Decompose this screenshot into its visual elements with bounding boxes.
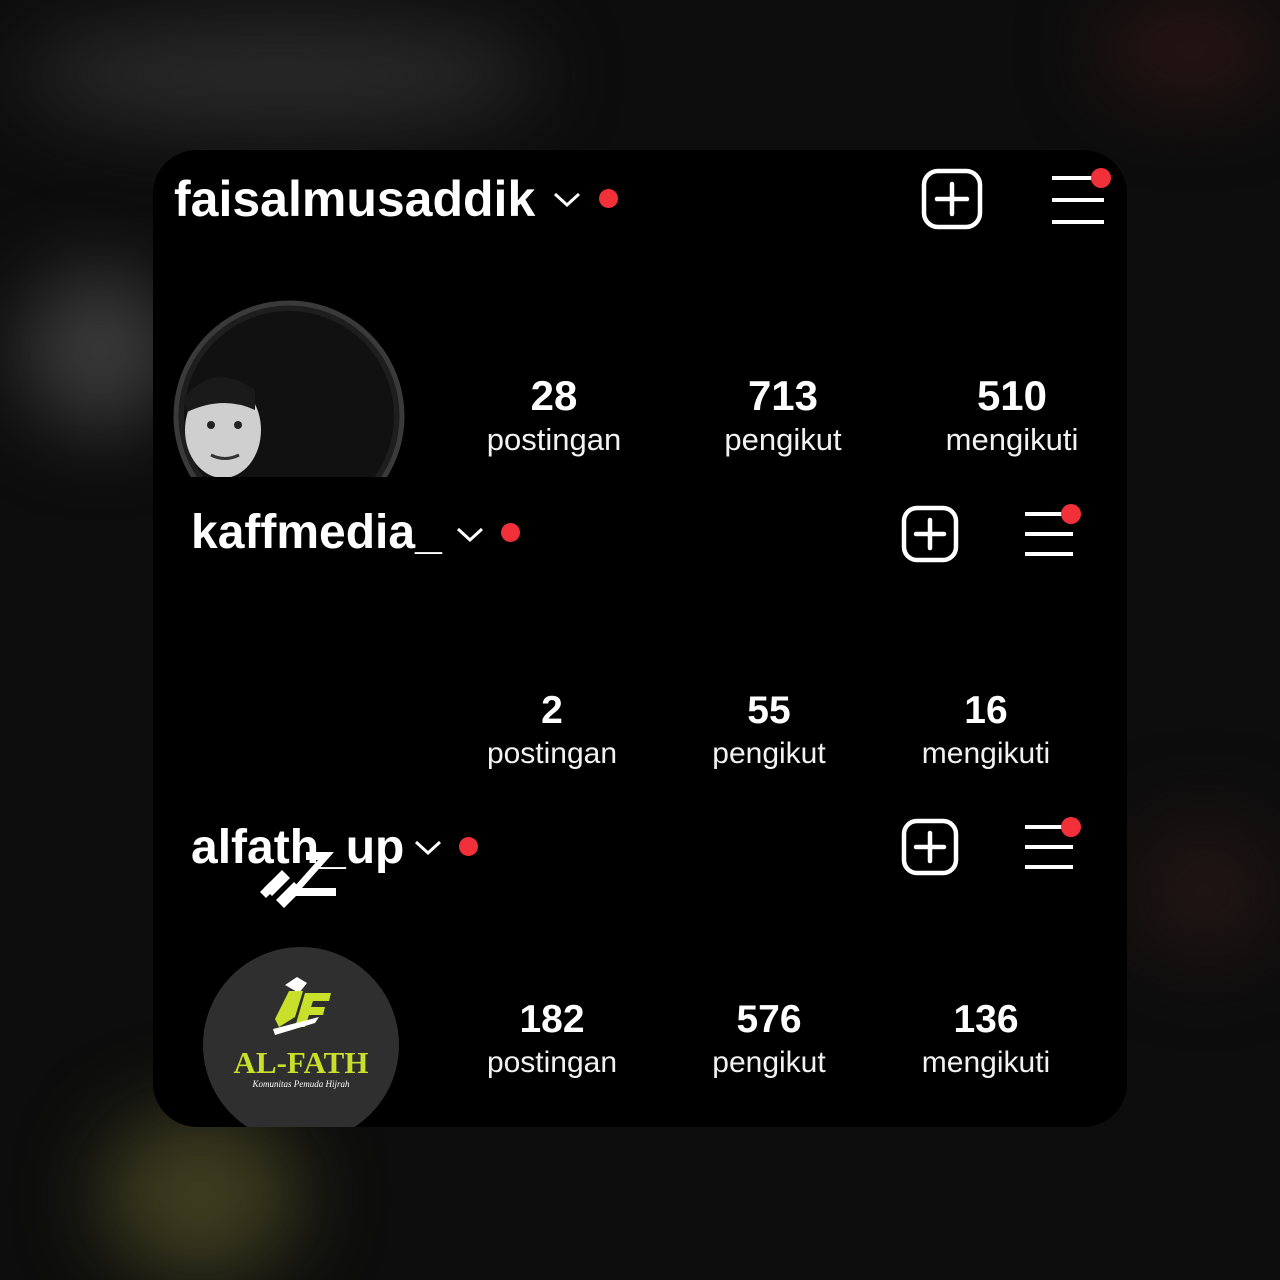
stat-label: pengikut [712,737,826,770]
stat-label: postingan [486,1046,618,1079]
chevron-down-icon[interactable] [455,525,485,545]
stat-posts[interactable]: 182 postingan [462,998,642,1080]
stat-value: 713 [747,372,819,419]
notification-dot [1091,168,1111,188]
stat-following[interactable]: 16 mengikuti [896,689,1076,771]
add-post-icon[interactable] [901,818,959,876]
stat-value: 2 [541,689,563,732]
username[interactable]: kaffmedia_ [191,505,442,560]
logo-text: AL-FATH [233,1045,369,1080]
background-blur [1130,820,1280,960]
notification-dot [1061,504,1081,524]
username[interactable]: faisalmusaddik [174,170,535,228]
notification-dot [599,189,618,208]
background-blur [20,20,540,130]
stat-label: pengikut [724,422,842,457]
stat-following[interactable]: 136 mengikuti [896,998,1076,1080]
stat-value: 28 [530,372,578,419]
stat-followers[interactable]: 713 pengikut [693,372,873,458]
profile-faisalmusaddik: faisalmusaddik 28 postingan 713 pengikut… [153,150,1127,477]
stat-value: 510 [976,372,1048,419]
stat-value: 576 [736,998,802,1041]
add-post-icon[interactable] [921,168,983,230]
notification-dot [501,523,520,542]
profile-kaffmedia: kaffmedia_ 2 postingan 55 pengikut 16 me… [153,477,1127,908]
stat-posts[interactable]: 28 postingan [464,372,644,458]
stat-followers[interactable]: 55 pengikut [679,689,859,771]
avatar[interactable] [173,300,405,477]
background-blur [100,1110,300,1280]
person-photo-avatar [173,300,405,477]
notification-dot [459,837,478,856]
stat-followers[interactable]: 576 pengikut [679,998,859,1080]
avatar[interactable]: AL-FATH Komunitas Pemuda Hijrah [203,947,399,1127]
stat-posts[interactable]: 2 postingan [462,689,642,771]
stat-label: mengikuti [921,737,1051,770]
profiles-card: faisalmusaddik 28 postingan 713 pengikut… [153,150,1127,1127]
stat-label: postingan [486,422,622,457]
stat-label: postingan [486,737,618,770]
add-post-icon[interactable] [901,505,959,563]
chevron-down-icon[interactable] [552,190,582,210]
profile-alfath-up: alfath_up AL-FATH Komunitas Pemuda Hijra… [153,790,1127,1127]
stat-value: 55 [747,689,791,732]
chevron-down-icon[interactable] [413,838,443,858]
stat-value: 182 [519,998,585,1041]
stat-following[interactable]: 510 mengikuti [922,372,1102,458]
stat-value: 136 [953,998,1019,1041]
stat-value: 16 [964,689,1008,732]
username[interactable]: alfath_up [191,820,404,875]
logo-subtext: Komunitas Pemuda Hijrah [252,1079,350,1089]
stat-label: pengikut [712,1046,826,1079]
notification-dot [1061,817,1081,837]
stat-label: mengikuti [945,422,1079,457]
al-fath-logo [273,977,331,1035]
background-blur [1100,0,1280,100]
stat-label: mengikuti [921,1046,1051,1079]
